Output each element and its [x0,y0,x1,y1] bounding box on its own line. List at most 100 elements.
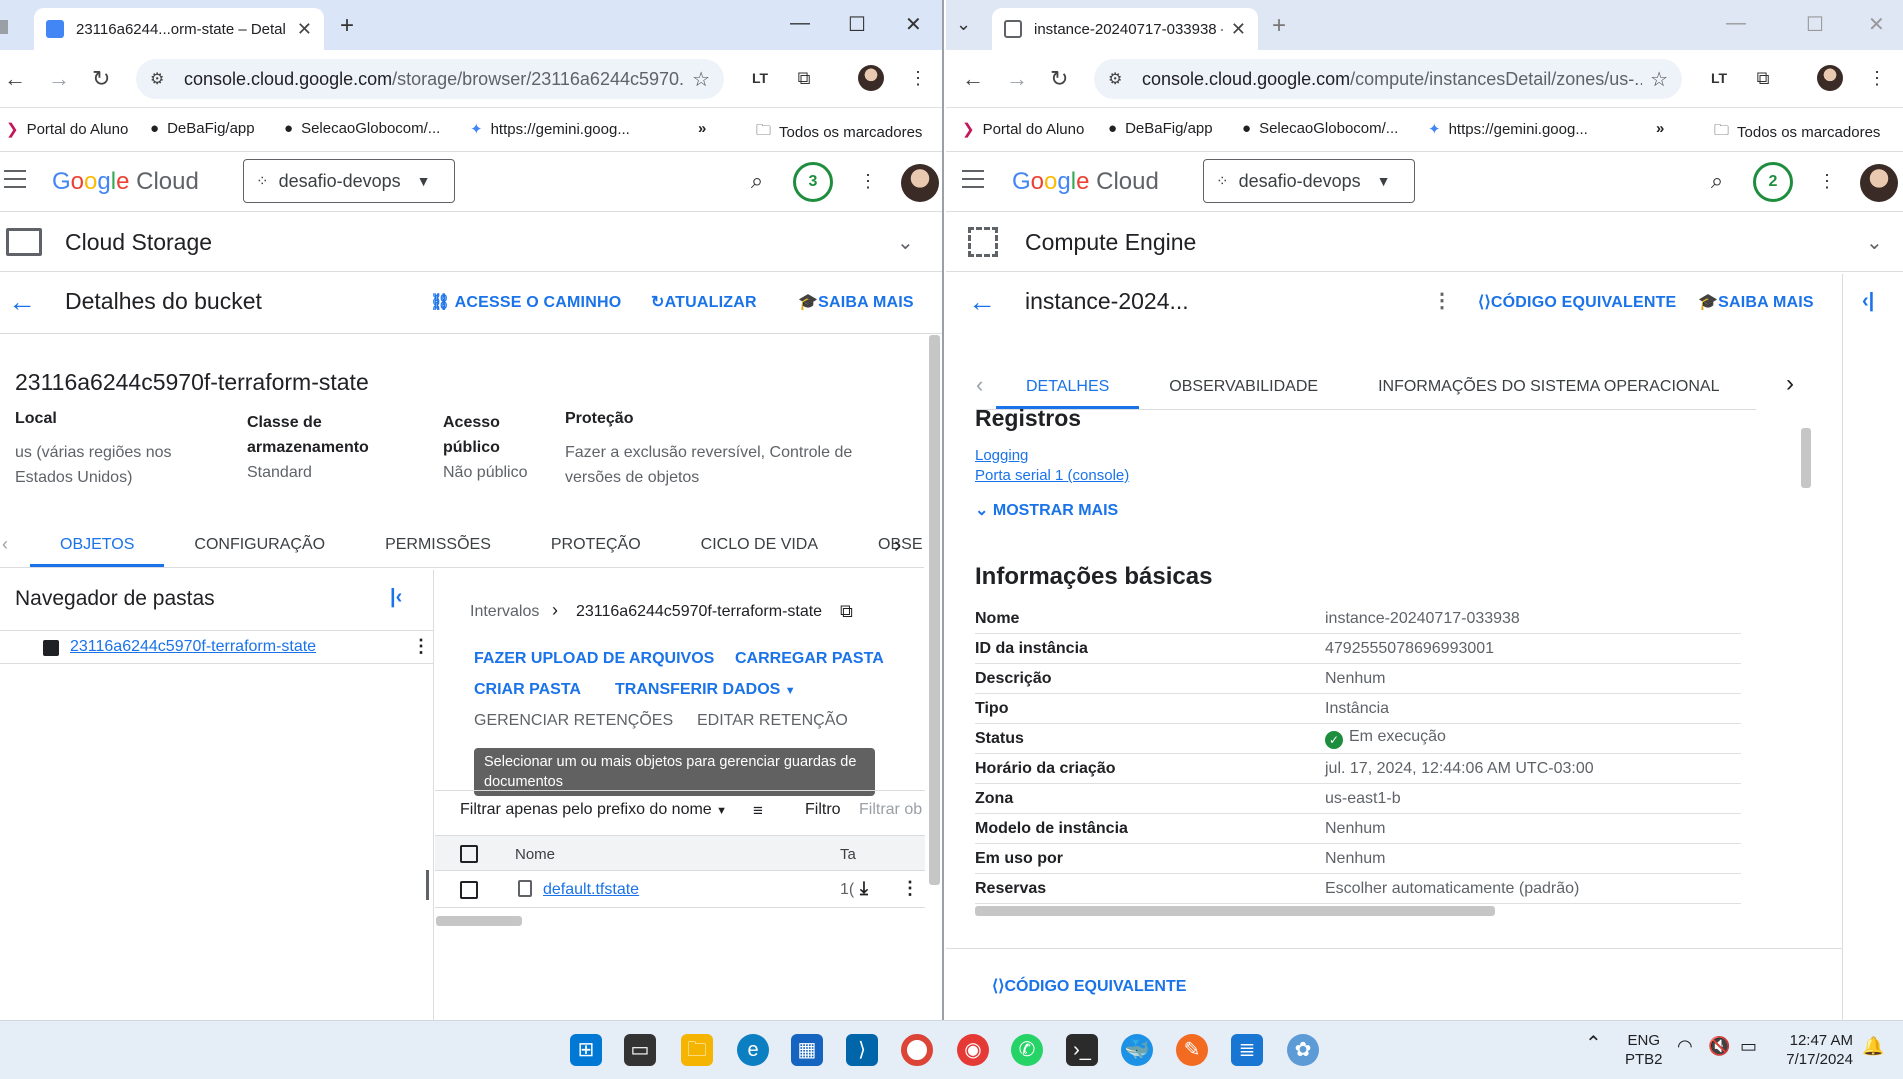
site-info-icon[interactable]: ⚙ [150,69,172,89]
folder-tree-item[interactable]: 23116a6244c5970f-terraform-state ⋮ [0,630,434,664]
back-nav-icon[interactable]: ← [962,66,984,92]
project-picker[interactable]: ⁘ desafio-devops ▼ [243,159,455,203]
filter-input[interactable]: Filtrar ob [859,801,922,819]
project-picker[interactable]: ⁘ desafio-devops ▼ [1203,159,1415,203]
minimize-button[interactable]: — [1726,12,1746,35]
bookmark-all[interactable]: 🗀 Todos os marcadores [1714,120,1880,145]
create-folder-button[interactable]: CRIAR PASTA [474,681,581,699]
profile-avatar[interactable] [858,65,884,91]
paint-icon[interactable]: ✿ [1287,1034,1319,1066]
reload-icon[interactable]: ↻ [1050,66,1068,92]
table-row[interactable]: default.tfstate 1( ⤓ ⋮ [435,872,925,908]
maximize-button[interactable]: ☐ [848,12,866,37]
browser-menu-icon[interactable]: ⋮ [905,65,931,91]
search-icon[interactable]: ⌕ [1704,168,1730,194]
account-avatar[interactable] [1860,164,1898,202]
access-path-button[interactable]: ⛓ ACESSE O CAMINHO [430,292,621,312]
tab-os-info[interactable]: INFORMAÇÕES DO SISTEMA OPERACIONAL [1348,378,1749,409]
hamburger-menu-icon[interactable] [962,170,984,194]
browser-tab[interactable]: 23116a6244...orm-state – Detal ✕ [34,8,324,50]
refresh-button[interactable]: ↻ATUALIZAR [651,292,757,312]
tab-objects[interactable]: OBJETOS [30,536,165,567]
account-avatar[interactable] [901,164,939,202]
notifications-badge[interactable]: 3 [793,162,833,202]
notification-bell-icon[interactable]: 🔔 [1862,1037,1884,1056]
extensions-puzzle-icon[interactable]: ⧉ [791,65,817,91]
file-explorer-icon[interactable]: 🗀 [681,1034,713,1066]
row-more-icon[interactable]: ⋮ [901,878,919,899]
tray-chevron-icon[interactable]: ⌃ [1585,1034,1602,1054]
profile-avatar[interactable] [1817,65,1843,91]
maximize-button[interactable]: ☐ [1806,12,1824,37]
download-icon[interactable]: ⤓ [860,878,868,899]
url-field[interactable]: ⚙ console.cloud.google.com/compute/insta… [1094,59,1682,99]
upload-files-button[interactable]: FAZER UPLOAD DE ARQUIVOS [474,650,714,668]
filter-icon[interactable]: ≡ [753,801,763,821]
bookmark-star-icon[interactable]: ☆ [692,67,710,92]
search-icon[interactable]: ⌕ [744,168,770,194]
show-more-button[interactable]: ⌄ MOSTRAR MAIS [975,500,1118,520]
back-arrow-icon[interactable]: ← [968,286,996,318]
bookmark-star-icon[interactable]: ☆ [1650,67,1668,92]
vertical-scrollbar[interactable] [929,335,940,885]
extension-icon[interactable]: LT [747,65,773,91]
tab-lifecycle[interactable]: CICLO DE VIDA [671,536,848,567]
new-tab-button[interactable]: + [1272,12,1286,40]
chrome-icon[interactable] [901,1034,933,1066]
postman-icon[interactable]: ✎ [1176,1034,1208,1066]
bookmark-debafig[interactable]: ● DeBaFig/app [1108,120,1213,137]
collapse-panel-icon[interactable]: |‹ [390,586,402,609]
learn-more-button[interactable]: 🎓SAIBA MAIS [1698,292,1814,312]
col-size[interactable]: Ta [840,846,856,863]
tab-search-icon[interactable]: ⌄ [956,14,971,35]
tab-configuration[interactable]: CONFIGURAÇÃO [164,536,355,567]
panel-resize-handle[interactable] [426,870,429,900]
serial-port-link[interactable]: Porta serial 1 (console) [975,467,1129,484]
logging-link[interactable]: Logging [975,447,1028,464]
notifications-badge[interactable]: 2 [1753,162,1793,202]
close-tab-icon[interactable]: ✕ [297,19,312,40]
vertical-scrollbar[interactable] [1801,428,1811,488]
back-nav-icon[interactable]: ← [4,66,26,92]
tabs-next-icon[interactable]: › [894,532,901,558]
site-info-icon[interactable]: ⚙ [1108,69,1130,89]
bookmark-selecao[interactable]: ● SelecaoGlobocom/... [284,120,440,137]
bookmarks-overflow[interactable]: » [1656,120,1664,137]
task-view-icon[interactable]: ▭ [624,1034,656,1066]
tab-observability[interactable]: OBSE [848,536,922,567]
clock[interactable]: 12:47 AM 7/17/2024 [1779,1031,1853,1069]
chevron-down-icon[interactable]: ⌄ [897,230,914,255]
tab-permissions[interactable]: PERMISSÕES [355,536,521,567]
equivalent-code-footer-button[interactable]: ⟨⟩CÓDIGO EQUIVALENTE [992,976,1186,996]
volume-muted-icon[interactable]: 🔇 [1708,1037,1730,1056]
close-window-button[interactable]: ✕ [905,12,922,37]
copy-icon[interactable]: ⧉ [840,601,853,622]
manage-retention-button[interactable]: GERENCIAR RETENÇÕES [474,712,673,730]
horizontal-scrollbar[interactable] [436,916,522,926]
whatsapp-icon[interactable]: ✆ [1011,1034,1043,1066]
gcp-more-icon[interactable]: ⋮ [855,168,881,194]
browser-menu-icon[interactable]: ⋮ [1864,65,1890,91]
forward-nav-icon[interactable]: → [48,66,70,92]
forward-nav-icon[interactable]: → [1006,66,1028,92]
breadcrumb-root[interactable]: Intervalos [470,603,539,621]
recorder-icon[interactable]: ◉ [957,1034,989,1066]
new-tab-button[interactable]: + [340,12,354,40]
equivalent-code-button[interactable]: ⟨⟩CÓDIGO EQUIVALENTE [1478,292,1676,312]
vscode-icon[interactable]: ⟩ [846,1034,878,1066]
tabs-next-icon[interactable]: › [1786,370,1794,398]
prefix-filter-select[interactable]: Filtrar apenas pelo prefixo do nome ▼ [460,801,727,819]
tabs-prev-icon[interactable]: ‹ [2,534,8,555]
transfer-data-button[interactable]: TRANSFERIR DADOS ▼ [615,681,796,699]
close-tab-icon[interactable]: ✕ [1231,19,1246,40]
tab-observability[interactable]: OBSERVABILIDADE [1139,378,1348,409]
gcp-more-icon[interactable]: ⋮ [1814,168,1840,194]
docker-icon[interactable]: 🐳 [1121,1034,1153,1066]
learn-more-button[interactable]: 🎓SAIBA MAIS [798,292,914,312]
minimize-button[interactable]: — [790,12,810,35]
terminal-icon[interactable]: ›_ [1066,1034,1098,1066]
url-field[interactable]: ⚙ console.cloud.google.com/storage/brows… [136,59,724,99]
tab-protection[interactable]: PROTEÇÃO [521,536,671,567]
bookmark-gemini[interactable]: ✦ https://gemini.goog... [470,120,630,139]
folder-tree-link[interactable]: 23116a6244c5970f-terraform-state [70,638,316,656]
